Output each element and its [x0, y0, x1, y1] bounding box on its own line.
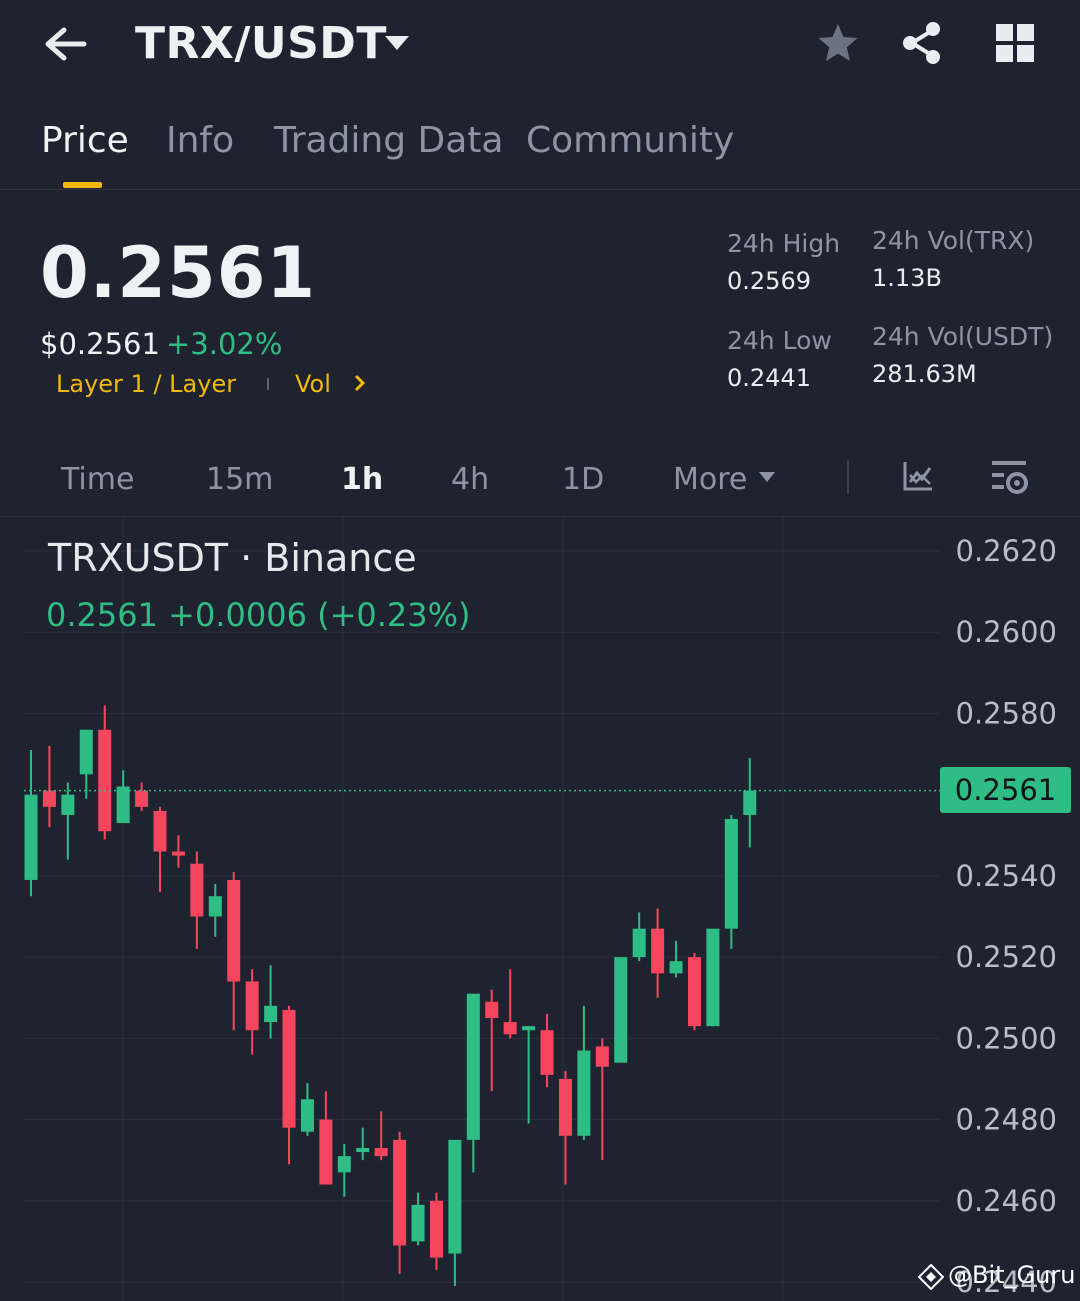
candle-body: [42, 790, 56, 807]
candle-body: [558, 1078, 572, 1136]
candle-body: [614, 957, 628, 1063]
chevron-right-icon[interactable]: [352, 372, 368, 394]
candle-body: [724, 819, 738, 929]
candle-body: [61, 794, 75, 815]
interval-1h[interactable]: 1h: [341, 462, 383, 497]
candle-body: [429, 1200, 443, 1258]
candle-body: [577, 1050, 591, 1136]
candlestick-chart[interactable]: 0.2620 0.2600 0.2580 0.2540 0.2520 0.2500 0.24…: [0, 517, 1080, 1301]
arrow-left-icon[interactable]: [40, 22, 92, 66]
candle-body: [411, 1204, 425, 1242]
y-axis-tick-label: 0.2520: [956, 940, 1057, 974]
stat-low-label: 24h Low: [727, 326, 832, 355]
stat-vol-usdt-value: 281.63M: [872, 360, 977, 388]
y-axis-tick-label: 0.2600: [956, 615, 1057, 649]
divider: [0, 189, 1080, 190]
stat-high-value: 0.2569: [727, 267, 811, 295]
candle-body: [98, 729, 112, 832]
stat-vol-trx-value: 1.13B: [872, 264, 942, 292]
last-price-marker: 0.2561: [940, 767, 1071, 813]
category-tag-layer[interactable]: Layer 1 / Layer: [56, 370, 236, 398]
toolbar-separator: [847, 460, 849, 494]
candle-body: [595, 1046, 609, 1067]
candle-body: [393, 1139, 407, 1246]
candle-body: [466, 993, 480, 1140]
usd-price: $0.2561: [40, 327, 160, 361]
candle-body: [208, 896, 222, 917]
y-axis-tick-label: 0.2460: [956, 1184, 1057, 1218]
stat-high-label: 24h High: [727, 229, 841, 258]
grid-icon[interactable]: [996, 24, 1034, 62]
interval-time[interactable]: Time: [61, 462, 134, 497]
interval-more[interactable]: More: [673, 462, 747, 497]
indicator-chart-icon[interactable]: [902, 460, 934, 492]
candle-body: [319, 1119, 333, 1185]
y-axis-tick-label: 0.2500: [956, 1021, 1057, 1055]
candle-body: [540, 1030, 554, 1075]
active-tab-indicator: [63, 182, 102, 188]
interval-1d[interactable]: 1D: [562, 462, 604, 497]
chart-quote: 0.2561 +0.0006 (+0.23%): [46, 596, 471, 634]
candle-body: [24, 794, 38, 880]
tab-price[interactable]: Price: [41, 120, 129, 161]
candle-body: [171, 851, 185, 856]
candle-body: [300, 1099, 314, 1132]
y-axis-tick-label: 0.2540: [956, 859, 1057, 893]
caret-down-icon[interactable]: [758, 470, 776, 484]
y-axis-tick-label: 0.2620: [956, 534, 1057, 568]
tab-trading-data[interactable]: Trading Data: [274, 120, 503, 161]
category-tag-vol[interactable]: Vol: [295, 370, 331, 398]
star-icon[interactable]: [816, 22, 860, 64]
candle-body: [282, 1009, 296, 1128]
stat-vol-trx-label: 24h Vol(TRX): [872, 226, 1035, 255]
candle-body: [706, 928, 720, 1027]
binance-diamond-icon: [918, 1264, 944, 1290]
candle-body: [374, 1147, 388, 1157]
candle-body: [227, 879, 241, 982]
candle-body: [79, 729, 93, 775]
candle-body: [264, 1005, 278, 1023]
candle-body: [485, 1001, 499, 1019]
share-icon[interactable]: [900, 20, 944, 66]
interval-4h[interactable]: 4h: [451, 462, 489, 497]
stat-low-value: 0.2441: [727, 364, 811, 392]
candle-body: [116, 786, 130, 824]
candle-body: [356, 1147, 370, 1153]
candle-body: [337, 1156, 351, 1173]
tab-info[interactable]: Info: [166, 120, 234, 161]
candle-body: [669, 961, 683, 974]
y-axis-tick-label: 0.2480: [956, 1103, 1057, 1137]
y-axis-tick-label: 0.2580: [956, 696, 1057, 730]
change-percent: +3.02%: [166, 327, 283, 361]
candle-body: [632, 928, 646, 958]
candle-body: [743, 790, 757, 815]
last-price: 0.2561: [40, 232, 317, 314]
caret-down-icon[interactable]: [384, 34, 410, 52]
candle-body: [503, 1022, 517, 1035]
watermark-text: @Bit_Guru: [948, 1261, 1076, 1289]
candle-body: [245, 981, 259, 1031]
candle-body: [448, 1139, 462, 1254]
tag-separator: [267, 378, 269, 390]
pair-title[interactable]: TRX/USDT: [135, 18, 387, 69]
candle-body: [190, 863, 204, 917]
candle-body: [522, 1026, 536, 1031]
chart-settings-icon[interactable]: [990, 458, 1030, 496]
candle-body: [687, 957, 701, 1027]
candle-body: [651, 928, 665, 974]
candle-body: [135, 790, 149, 807]
stat-vol-usdt-label: 24h Vol(USDT): [872, 322, 1054, 351]
tab-community[interactable]: Community: [526, 120, 734, 161]
chart-symbol-title: TRXUSDT · Binance: [48, 536, 417, 580]
candle-body: [153, 810, 167, 852]
interval-15m[interactable]: 15m: [206, 462, 273, 497]
